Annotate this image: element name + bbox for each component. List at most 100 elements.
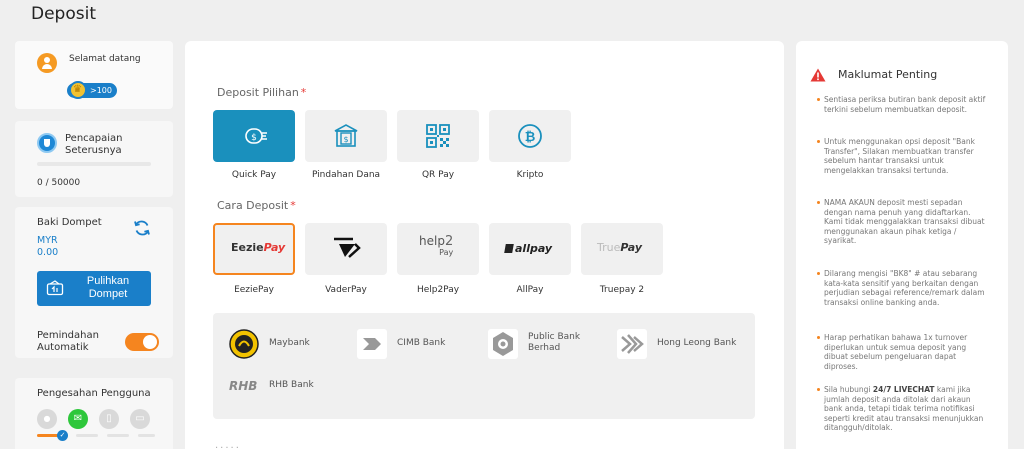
vaderpay-logo — [334, 237, 361, 258]
maybank-logo — [229, 329, 259, 359]
wallet-label: Baki Dompet — [37, 217, 102, 228]
info-title: Maklumat Penting — [838, 68, 938, 81]
truepay-logo: TruePay — [597, 241, 642, 254]
notice-text: Sila hubungi — [824, 385, 873, 394]
notice-item: Untuk menggunakan opsi deposit "Bank Tra… — [817, 137, 989, 175]
bank-rhb[interactable]: RHB RHB Bank — [229, 371, 339, 401]
deposit-options-title: Deposit Pilihan — [217, 86, 299, 99]
restore-wallet-label: Pulihkan Dompet — [86, 275, 130, 300]
bank-public-bank[interactable]: Public Bank Berhad — [488, 329, 608, 359]
option-bank-transfer[interactable]: $ — [305, 110, 387, 162]
logo-text: Eezie — [231, 241, 264, 254]
important-info-panel: Maklumat Penting Sentiasa periksa butira… — [796, 41, 1008, 449]
bank-name: Maybank — [269, 338, 310, 348]
method-help2pay[interactable]: help2 Pay — [397, 223, 479, 275]
achievement-label: Pencapaian Seterusnya — [65, 133, 123, 156]
bank-name: CIMB Bank — [397, 338, 446, 348]
welcome-card: Selamat datang >100 — [15, 41, 173, 109]
level-badge[interactable]: >100 — [67, 81, 117, 99]
notice-item: Sentiasa periksa butiran bank deposit ak… — [817, 95, 989, 114]
option-label: Kripto — [516, 170, 544, 180]
bank-list: Maybank CIMB Bank Public Bank Berhad Hon… — [213, 313, 755, 419]
profile-sidebar: Selamat datang >100 Pencapaian Seterusny… — [15, 41, 173, 449]
cimb-logo — [357, 329, 387, 359]
verification-steps — [37, 409, 155, 433]
refresh-icon[interactable] — [133, 219, 151, 237]
option-qr-pay[interactable] — [397, 110, 479, 162]
option-crypto[interactable]: ₿ — [489, 110, 571, 162]
allpay-logo: allpay — [504, 242, 552, 255]
toggle-knob — [143, 335, 157, 349]
method-label: AllPay — [516, 285, 544, 295]
quick-pay-icon: $ — [245, 128, 267, 144]
logo-text: help — [419, 234, 445, 248]
check-icon: ✓ — [57, 430, 68, 441]
page-title: Deposit — [31, 4, 96, 24]
logo-text: True — [597, 241, 621, 254]
svg-text:₿: ₿ — [525, 130, 536, 145]
bank-maybank[interactable]: Maybank — [229, 329, 339, 359]
livechat-link[interactable]: 24/7 LIVECHAT — [873, 385, 935, 394]
option-quick-pay[interactable]: $ — [213, 110, 295, 162]
help2pay-logo: help2 Pay — [419, 235, 453, 259]
logo-text: RHB — [229, 379, 258, 393]
deposit-methods-title: Cara Deposit — [217, 199, 289, 212]
wallet-amount: 0.00 — [37, 247, 59, 258]
achievement-value: 0 / 50000 — [37, 178, 81, 188]
method-allpay[interactable]: allpay — [489, 223, 571, 275]
deposit-methods-label: Cara Deposit * — [217, 199, 296, 212]
public-bank-logo — [488, 329, 518, 359]
bank-hong-leong[interactable]: Hong Leong Bank — [617, 329, 747, 359]
method-truepay[interactable]: TruePay — [581, 223, 663, 275]
avatar — [37, 53, 57, 73]
phone-verify-icon[interactable] — [99, 409, 119, 429]
trophy-icon — [37, 133, 57, 153]
restore-wallet-button[interactable]: Pulihkan Dompet — [37, 271, 151, 306]
rhb-logo: RHB — [229, 371, 259, 401]
level-text: >100 — [90, 86, 112, 95]
method-label: Truepay 2 — [599, 285, 645, 295]
warning-icon — [810, 68, 826, 82]
deposit-options-label: Deposit Pilihan * — [217, 86, 306, 99]
id-card-verify-icon[interactable] — [130, 409, 150, 429]
method-vaderpay[interactable] — [305, 223, 387, 275]
notice-item: Dilarang mengisi "BK8" # atau sebarang k… — [817, 269, 989, 307]
wallet-currency: MYR — [37, 235, 58, 246]
auto-transfer-label: Pemindahan Automatik — [37, 330, 99, 353]
option-label: Pindahan Dana — [311, 170, 381, 180]
method-label: EeziePay — [234, 285, 274, 295]
hong-leong-logo — [617, 329, 647, 359]
bitcoin-icon: ₿ — [518, 124, 542, 148]
verify-progress-segment — [107, 434, 129, 437]
notice-item-livechat: Sila hubungi 24/7 LIVECHAT kami jika jum… — [817, 385, 989, 433]
option-label: Quick Pay — [231, 170, 277, 180]
required-marker: * — [300, 86, 307, 99]
logo-text: Pay — [263, 241, 286, 254]
more-content-indicator: ····· — [215, 443, 241, 449]
verification-progress: ✓ — [37, 430, 155, 441]
bank-name: RHB Bank — [269, 380, 314, 390]
qr-code-icon — [426, 124, 450, 148]
wallet-restore-icon — [46, 280, 64, 296]
logo-text: Pay — [439, 248, 454, 257]
method-eeziepay[interactable]: EeziePay — [213, 223, 295, 275]
bank-cimb[interactable]: CIMB Bank — [357, 329, 467, 359]
bank-name: Public Bank Berhad — [528, 332, 581, 353]
achievement-progress — [37, 162, 151, 166]
email-verify-icon[interactable] — [68, 409, 88, 429]
option-label: QR Pay — [421, 170, 455, 180]
user-verify-icon[interactable] — [37, 409, 57, 429]
crown-icon — [69, 81, 87, 99]
deposit-panel: Deposit Pilihan * $ Quick Pay $ Pindahan … — [185, 41, 784, 449]
bank-name: Hong Leong Bank — [657, 338, 737, 348]
svg-text:$: $ — [343, 135, 348, 144]
notice-item: NAMA AKAUN deposit mesti sepadan dengan … — [817, 198, 989, 246]
bank-transfer-icon: $ — [334, 124, 358, 147]
welcome-text: Selamat datang — [69, 54, 141, 64]
eeziepay-logo: EeziePay — [231, 241, 285, 254]
auto-transfer-toggle[interactable] — [125, 333, 159, 351]
svg-text:$: $ — [251, 133, 257, 143]
verification-card: Pengesahan Pengguna ✓ — [15, 378, 173, 449]
required-marker: * — [290, 199, 296, 212]
verification-label: Pengesahan Pengguna — [37, 388, 151, 399]
